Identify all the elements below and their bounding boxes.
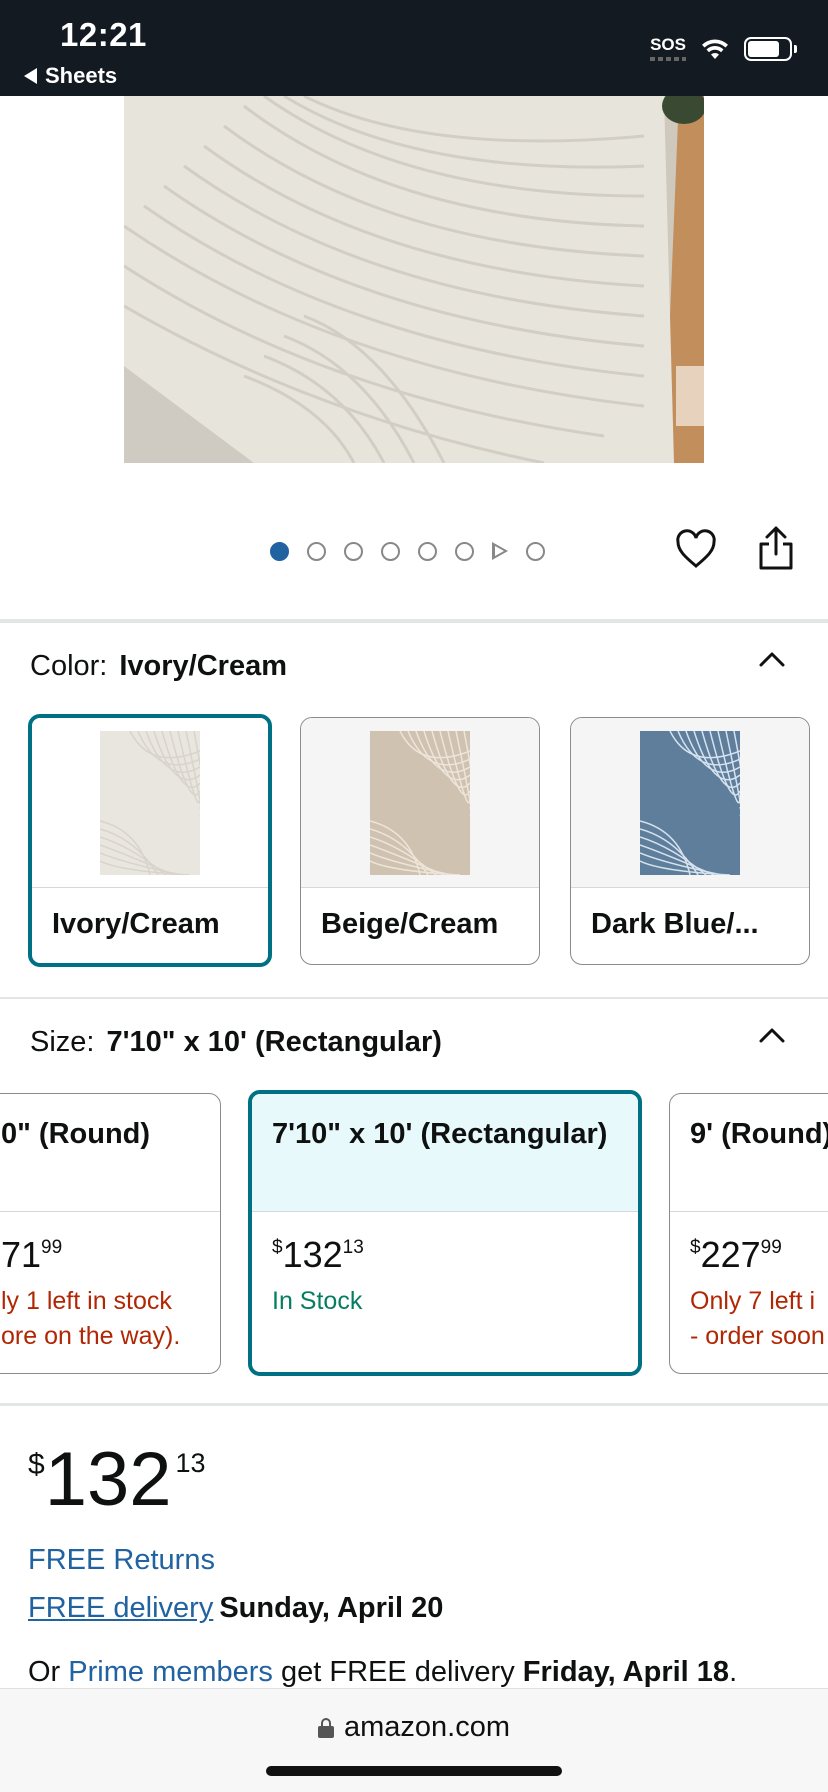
size-option-price: $22799 — [690, 1234, 782, 1275]
size-option-round[interactable]: 0" (Round) 7199 ly 1 left in stock ore on… — [0, 1093, 221, 1374]
size-option-rectangular[interactable]: 7'10" x 10' (Rectangular) $13213 In Stoc… — [248, 1090, 642, 1376]
share-icon[interactable] — [756, 524, 796, 572]
color-label: Color: Ivory/Cream — [30, 650, 288, 682]
size-option-name: 9' (Round) — [670, 1094, 828, 1212]
free-delivery-link[interactable]: FREE delivery — [28, 1592, 213, 1624]
wishlist-heart-icon[interactable] — [674, 528, 718, 572]
size-option-price: 7199 — [1, 1234, 63, 1275]
home-indicator[interactable] — [266, 1766, 562, 1776]
size-option-9-round[interactable]: 9' (Round) $22799 Only 7 left i- order s… — [669, 1093, 828, 1374]
image-carousel-dots — [270, 540, 545, 562]
selected-size-value: 7'10" x 10' (Rectangular) — [106, 1026, 442, 1058]
prime-members-link[interactable]: Prime members — [68, 1656, 273, 1688]
swatch-label: Beige/Cream — [321, 908, 499, 940]
carousel-dot[interactable] — [381, 541, 400, 561]
carousel-dot[interactable] — [418, 541, 437, 561]
carousel-dot[interactable] — [526, 541, 545, 561]
section-divider — [0, 619, 828, 623]
battery-icon — [744, 36, 797, 61]
delivery-date: Sunday, April 20 — [219, 1592, 444, 1624]
video-play-icon[interactable] — [492, 542, 508, 560]
url-text: amazon.com — [343, 1711, 510, 1743]
carousel-dot[interactable] — [455, 541, 474, 561]
color-swatch-dark-blue[interactable]: Dark Blue/... — [570, 717, 810, 965]
sos-indicator: SOS — [650, 36, 686, 61]
url-display[interactable]: amazon.com — [0, 1711, 828, 1744]
prime-delivery-date: Friday, April 18 — [522, 1656, 730, 1688]
swatch-label: Ivory/Cream — [52, 908, 220, 940]
stock-status: In Stock — [272, 1287, 363, 1315]
browser-url-bar[interactable]: amazon.com — [0, 1688, 828, 1792]
size-option-price: $13213 — [272, 1234, 364, 1275]
stock-status: Only 7 left i- order soon — [690, 1287, 825, 1350]
chevron-up-icon[interactable] — [758, 1026, 786, 1044]
swatch-thumbnail — [301, 718, 539, 888]
product-image[interactable] — [124, 96, 704, 463]
status-time: 12:21 — [60, 16, 147, 53]
chevron-up-icon[interactable] — [758, 650, 786, 668]
size-option-name: 0" (Round) — [0, 1094, 220, 1212]
stock-status: ly 1 left in stock ore on the way). — [1, 1287, 181, 1350]
wifi-icon — [702, 38, 728, 59]
size-label: Size: 7'10" x 10' (Rectangular) — [30, 1026, 442, 1058]
carousel-dot[interactable] — [270, 541, 289, 561]
swatch-thumbnail — [32, 718, 268, 888]
color-swatch-ivory-cream[interactable]: Ivory/Cream — [28, 714, 272, 967]
product-price: $ 132 13 — [28, 1437, 206, 1522]
selected-color-value: Ivory/Cream — [119, 650, 288, 682]
swatch-label: Dark Blue/... — [591, 908, 759, 940]
delivery-info: FREE delivery Sunday, April 20 — [28, 1592, 443, 1625]
lock-icon — [317, 1717, 334, 1738]
prime-delivery-info: Or Prime members get FREE delivery Frida… — [28, 1656, 738, 1688]
section-divider — [0, 1403, 828, 1406]
free-returns-link[interactable]: FREE Returns — [28, 1544, 215, 1577]
swatch-thumbnail — [571, 718, 809, 888]
size-option-name: 7'10" x 10' (Rectangular) — [252, 1094, 638, 1212]
status-indicators: SOS — [650, 36, 797, 61]
status-bar: 12:21 Sheets SOS — [0, 0, 828, 96]
back-app-label: Sheets — [45, 63, 118, 88]
back-arrow-icon — [24, 68, 37, 84]
carousel-dot[interactable] — [307, 541, 326, 561]
back-to-app-button[interactable]: Sheets — [24, 63, 117, 89]
carousel-dot[interactable] — [344, 541, 363, 561]
section-divider — [0, 997, 828, 999]
color-swatch-beige-cream[interactable]: Beige/Cream — [300, 717, 540, 965]
